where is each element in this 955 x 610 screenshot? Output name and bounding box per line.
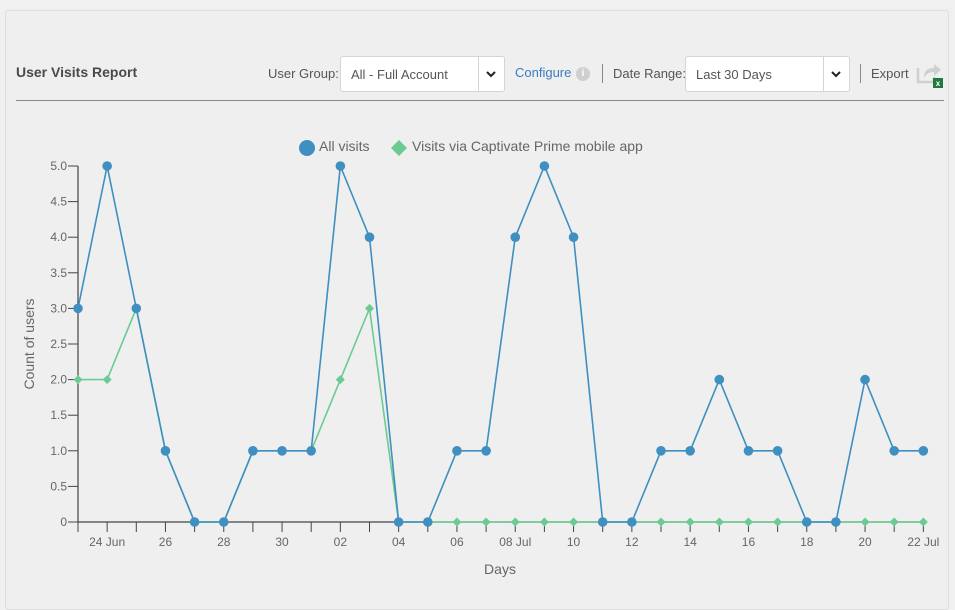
x-tick-label: 28 [217,535,231,549]
data-point-all-visits [131,303,142,314]
x-tick-label: 30 [275,535,289,549]
y-tick-label: 0 [60,515,67,529]
data-point-all-visits [714,374,725,385]
y-tick-label: 2.0 [50,373,67,387]
data-point-all-visits [627,517,637,527]
x-tick-label: 24 Jun [89,535,125,549]
data-point-all-visits [743,446,754,456]
data-point-all-visits [160,446,171,456]
x-tick-label: 26 [159,535,173,549]
x-tick-label: 14 [683,535,697,549]
data-point-all-visits [218,517,229,527]
data-point-all-visits [452,446,462,456]
x-tick-label: 20 [858,535,872,549]
y-tick-label: 4.0 [50,230,67,244]
series-all-visits [73,161,929,527]
y-axis-title: Count of users [21,298,37,389]
data-point-all-visits [189,517,200,527]
data-point-all-visits [772,446,783,456]
x-tick-label: 02 [334,535,348,549]
data-point-mobile [889,517,899,527]
data-point-mobile [365,303,374,313]
data-point-mobile [102,375,112,385]
x-axis-title: Days [484,561,516,577]
data-point-mobile [335,375,345,385]
x-tick-label: 12 [625,535,639,549]
data-point-all-visits [306,446,317,456]
data-point-mobile [773,517,783,527]
data-point-mobile [918,517,928,527]
x-tick-label: 10 [567,535,581,549]
x-tick-label: 08 Jul [499,535,531,549]
x-tick-label: 18 [800,535,814,549]
y-tick-label: 5.0 [50,159,67,173]
data-point-mobile [452,517,462,527]
data-point-mobile [569,517,579,527]
data-point-all-visits [481,446,491,456]
data-point-all-visits [597,517,608,527]
y-tick-label: 1.5 [50,408,67,422]
data-point-mobile [743,517,753,527]
data-point-all-visits [423,517,433,527]
x-tick-label: 16 [742,535,756,549]
line-chart: 0 0.5 1.0 1.5 2.0 2.5 3.0 3.5 4.0 4.5 5.0 24 Jun 26… [21,159,939,577]
data-point-all-visits [801,517,812,527]
y-tick-label: 3.5 [50,266,67,280]
y-tick-label: 2.5 [50,337,67,351]
data-point-mobile [510,517,520,527]
data-point-mobile [685,517,695,527]
data-point-all-visits [568,232,579,242]
y-tick-label: 1.0 [50,444,67,458]
data-point-mobile [860,517,870,527]
data-point-all-visits [656,446,666,456]
x-tick-label: 04 [392,535,406,549]
y-axis: 0 0.5 1.0 1.5 2.0 2.5 3.0 3.5 4.0 4.5 5.0 [50,159,79,529]
series-line-all-visits [77,163,924,523]
data-point-all-visits [248,446,258,456]
data-point-all-visits [918,446,929,456]
data-point-mobile [714,517,724,527]
y-tick-label: 0.5 [50,479,67,493]
data-point-mobile [656,517,666,527]
x-tick-label: 06 [450,535,464,549]
data-point-mobile [539,517,549,527]
y-tick-label: 3.0 [50,301,67,315]
data-point-all-visits [860,374,870,385]
data-point-all-visits [335,161,346,171]
data-point-mobile [481,517,491,527]
data-point-all-visits [393,517,404,527]
data-point-mobile [73,375,83,385]
y-tick-label: 4.5 [50,195,67,209]
data-point-all-visits [73,303,83,314]
x-tick-label: 22 Jul [907,535,939,549]
x-axis: 24 Jun 26 28 30 02 04 06 08 Jul 10 12 14 16 18 20 22 J… [77,521,939,549]
data-point-all-visits [510,232,521,242]
data-point-all-visits [685,446,695,456]
data-point-all-visits [364,232,375,242]
data-point-all-visits [831,517,841,527]
data-point-all-visits [277,446,287,456]
data-point-all-visits [889,446,899,456]
data-point-all-visits [539,161,550,171]
data-point-all-visits [102,161,112,171]
series-mobile [73,303,928,527]
